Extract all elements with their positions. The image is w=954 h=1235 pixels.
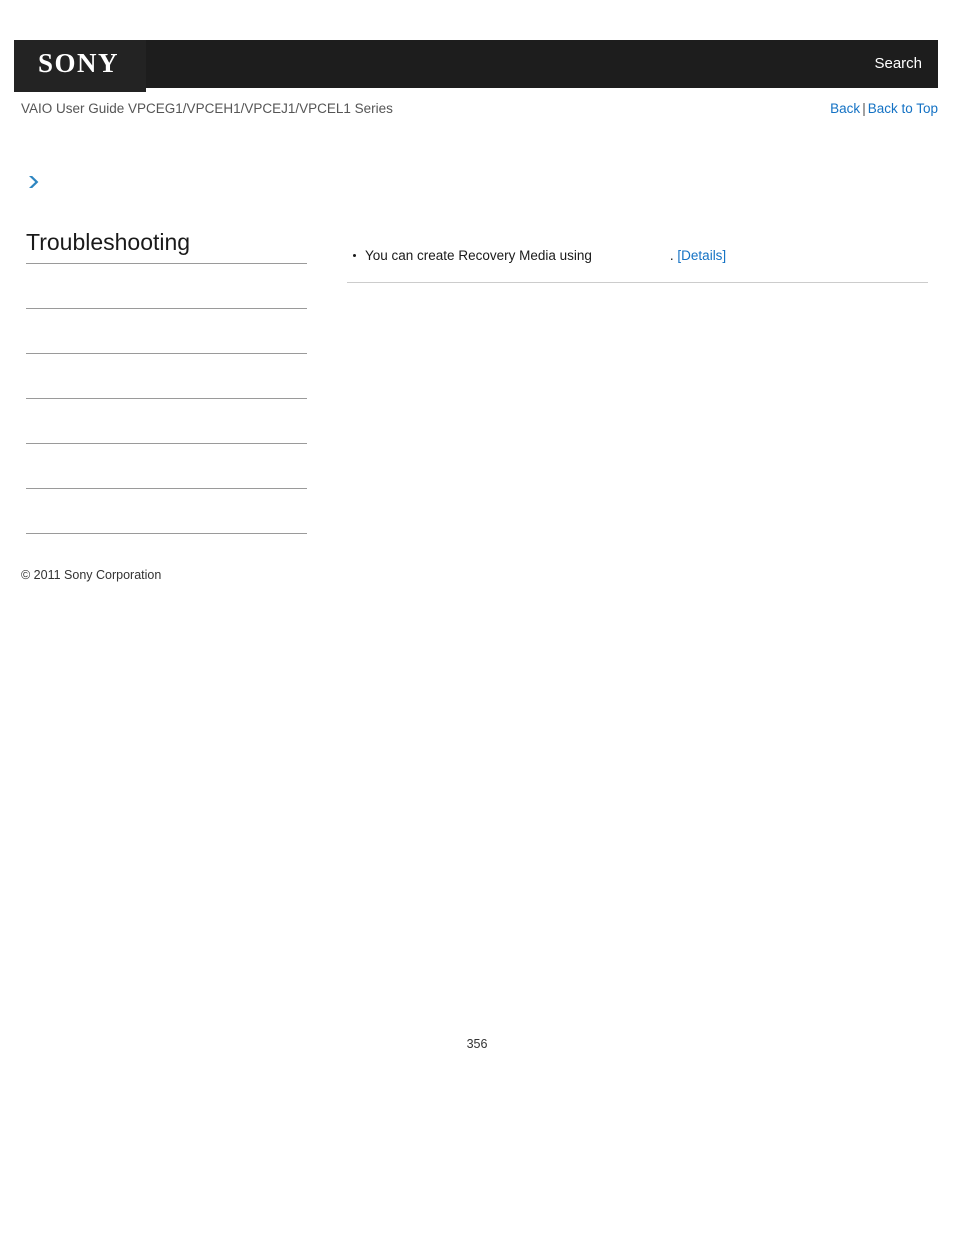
- back-to-top-link[interactable]: Back to Top: [868, 101, 938, 116]
- details-link[interactable]: [Details]: [677, 248, 726, 263]
- sub-header: VAIO User Guide VPCEG1/VPCEH1/VPCEJ1/VPC…: [0, 101, 954, 121]
- search-link[interactable]: Search: [874, 55, 922, 72]
- sony-logo-text: SONY: [38, 48, 120, 78]
- bullet-text-before: You can create Recovery Media using: [365, 248, 592, 263]
- main-content: You can create Recovery Media using. [De…: [347, 246, 928, 284]
- global-header: Search: [14, 40, 938, 88]
- sony-logo-block[interactable]: SONY: [14, 40, 146, 92]
- sidebar-item-6[interactable]: [26, 489, 307, 534]
- list-item: You can create Recovery Media using. [De…: [347, 246, 928, 266]
- sidebar-item-2[interactable]: [26, 309, 307, 354]
- guide-title: VAIO User Guide VPCEG1/VPCEH1/VPCEJ1/VPC…: [21, 101, 393, 116]
- sidebar-item-4[interactable]: [26, 399, 307, 444]
- sidebar: Troubleshooting: [26, 228, 307, 534]
- sidebar-item-1[interactable]: [26, 264, 307, 309]
- header-nav-links: Back | Back to Top: [830, 101, 938, 116]
- page-root: Search SONY VAIO User Guide VPCEG1/VPCEH…: [0, 0, 954, 1235]
- copyright-notice: © 2011 Sony Corporation: [21, 568, 162, 582]
- sidebar-item-3[interactable]: [26, 354, 307, 399]
- bullet-icon: [353, 254, 356, 257]
- back-link[interactable]: Back: [830, 101, 860, 116]
- sidebar-item-5[interactable]: [26, 444, 307, 489]
- nav-separator: |: [862, 101, 866, 116]
- content-bullet-list: You can create Recovery Media using. [De…: [347, 246, 928, 284]
- page-title: Troubleshooting: [26, 228, 307, 264]
- page-number: 356: [466, 1037, 488, 1051]
- bullet-text-after: .: [669, 248, 674, 263]
- chevron-right-icon: [26, 174, 42, 190]
